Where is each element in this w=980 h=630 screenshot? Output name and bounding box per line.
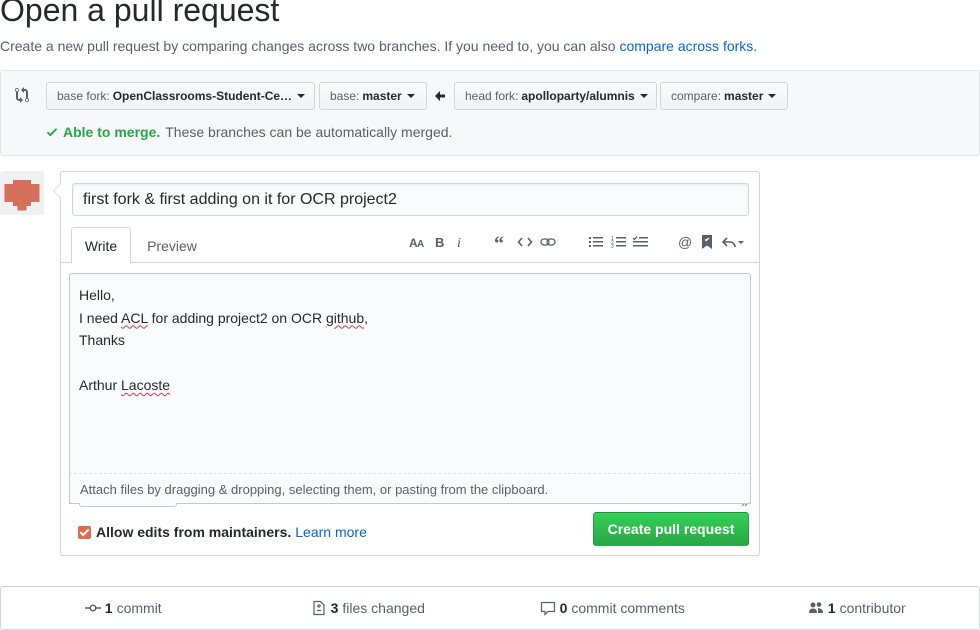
contributors-stat[interactable]: 1 contributor [735,587,980,629]
files-changed-count: 3 [330,600,339,616]
allow-edits-checkbox[interactable] [78,525,91,539]
tab-write[interactable]: Write [71,227,131,264]
base-branch-value: master [362,89,402,103]
svg-text:@: @ [678,234,692,250]
svg-text:“: “ [494,234,504,250]
compare-branch-label: compare: [671,89,722,103]
svg-text:B: B [435,235,444,250]
svg-text:A: A [417,239,424,250]
quote-icon[interactable]: “ [493,234,509,250]
code-icon[interactable] [517,234,533,250]
reply-icon[interactable] [721,234,745,250]
compare-across-forks-link[interactable]: compare across forks. [619,38,757,54]
subtitle-text: Create a new pull request by comparing c… [0,38,616,54]
base-fork-label: base fork: [57,89,110,103]
commits-label: commit [116,600,162,616]
merge-ok-label: Able to merge. [63,124,161,140]
header-icon[interactable]: AA [409,234,425,250]
comment-icon [540,601,555,616]
unordered-list-icon[interactable] [588,234,604,250]
pr-stats-bar: 1 commit 3 files changed 0 commit commen… [0,586,980,630]
bold-icon[interactable]: B [432,234,448,250]
attach-tab [79,503,177,507]
commit-comments-label: commit comments [571,600,685,616]
base-fork-value: OpenClassrooms-Student-Ce… [112,89,293,103]
compare-icon [15,87,31,103]
files-changed-label: files changed [342,600,425,616]
chevron-down-icon [639,94,648,98]
allow-edits-label: Allow edits from maintainers. [96,524,292,540]
commits-count: 1 [104,600,113,616]
base-branch-label: base: [330,89,360,103]
compare-branch-value: master [724,89,764,103]
check-icon [46,128,58,137]
mention-icon[interactable]: @ [677,234,693,250]
chevron-down-icon [406,94,415,98]
attach-files-bar[interactable]: Attach files by dragging & dropping, sel… [69,473,751,504]
base-branch-select[interactable]: base: master [319,82,427,110]
commit-comments-stat[interactable]: 0 commit comments [490,587,735,629]
people-icon [808,602,823,613]
page-subtitle: Create a new pull request by comparing c… [0,38,757,54]
learn-more-link[interactable]: Learn more [295,524,367,540]
base-fork-select[interactable]: base fork: OpenClassrooms-Student-Ce… [46,82,315,110]
attach-files-text: Attach files by dragging & dropping, sel… [80,482,549,497]
svg-text:i: i [457,236,461,250]
tab-preview[interactable]: Preview [137,227,207,264]
compare-branch-select[interactable]: compare: master [660,82,788,110]
editor-tabs: Write Preview AA B i “ 123 @ [61,226,759,264]
ordered-list-icon[interactable]: 123 [611,234,627,250]
commit-comments-count: 0 [559,600,568,616]
head-fork-value: apolloparty/alumnis [521,89,635,103]
pull-request-form: Write Preview AA B i “ 123 @ [53,171,760,556]
head-fork-label: head fork: [465,89,519,103]
avatar[interactable] [0,171,44,215]
page-title: Open a pull request [0,0,280,28]
merge-status-text: These branches can be automatically merg… [165,124,453,140]
commits-stat[interactable]: 1 commit [1,587,246,629]
merge-status: Able to merge. These branches can be aut… [45,124,452,140]
create-pull-request-button[interactable]: Create pull request [593,512,749,546]
link-icon[interactable] [540,234,556,250]
arrow-left-icon [434,89,446,101]
chevron-down-icon [768,94,777,98]
comment-body-text: Hello, I need ACL for adding project2 on… [79,287,369,393]
files-changed-stat[interactable]: 3 files changed [246,587,491,629]
file-diff-icon [312,600,325,616]
comment-body-textarea[interactable]: Hello, I need ACL for adding project2 on… [69,273,751,507]
chevron-down-icon [297,94,306,98]
pr-title-input[interactable] [72,183,749,216]
maintainers-edit-row: Allow edits from maintainers. Learn more [78,524,367,540]
svg-text:3: 3 [611,244,614,250]
italic-icon[interactable]: i [452,234,468,250]
contributors-count: 1 [827,600,836,616]
task-list-icon[interactable] [632,234,648,250]
commit-icon [84,604,101,612]
head-fork-select[interactable]: head fork: apolloparty/alumnis [454,82,657,110]
range-editor: base fork: OpenClassrooms-Student-Ce… ba… [0,70,980,156]
contributors-label: contributor [839,600,906,616]
reference-icon[interactable] [699,234,715,250]
